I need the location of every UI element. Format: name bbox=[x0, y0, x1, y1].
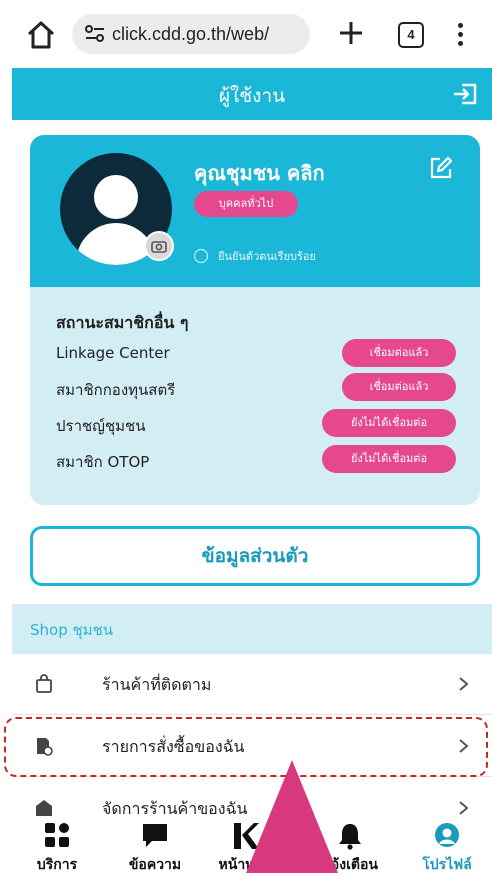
nav-home[interactable]: หน้าหลัก bbox=[200, 820, 290, 873]
site-settings-icon[interactable] bbox=[84, 24, 106, 44]
camera-icon[interactable] bbox=[144, 231, 174, 261]
home-icon[interactable] bbox=[24, 18, 58, 52]
url-text: click.cdd.go.th/web/ bbox=[112, 24, 270, 44]
member-status-panel: สถานะสมาชิกอื่น ๆ Linkage Center เชื่อมต… bbox=[30, 287, 480, 505]
status-row-otop: สมาชิก OTOP ยังไม่ได้เชื่อมต่อ bbox=[56, 445, 456, 475]
home-logo-icon bbox=[234, 823, 259, 849]
store-icon bbox=[36, 800, 52, 816]
logout-icon[interactable] bbox=[452, 82, 478, 106]
highlight-frame bbox=[4, 717, 488, 777]
status-row-label: Linkage Center bbox=[56, 344, 170, 362]
role-badge: บุคคลทั่วไป bbox=[194, 191, 298, 217]
bottom-navigation: บริการ ข้อความ หน้าหลัก แจ้งเตือน โปรไฟล… bbox=[0, 820, 492, 873]
browser-toolbar: click.cdd.go.th/web/ 4 bbox=[0, 0, 492, 68]
nav-messages[interactable]: ข้อความ bbox=[110, 820, 200, 873]
tab-count-button[interactable]: 4 bbox=[398, 22, 424, 48]
bell-icon bbox=[339, 824, 361, 850]
status-pill[interactable]: ยังไม่ได้เชื่อมต่อ bbox=[322, 409, 456, 437]
shop-section-header: Shop ชุมชน bbox=[12, 604, 492, 654]
status-row-label: ปราชญ์ชุมชน bbox=[56, 417, 146, 435]
profile-card: คุณชุมชน คลิก บุคคลทั่วไป ยืนยันตัวตนเรี… bbox=[30, 135, 480, 287]
chevron-right-icon bbox=[459, 801, 469, 815]
new-tab-icon[interactable] bbox=[336, 18, 366, 48]
address-bar[interactable]: click.cdd.go.th/web/ bbox=[72, 14, 310, 54]
chevron-right-icon bbox=[459, 677, 469, 691]
verified-status: ยืนยันตัวตนเรียบร้อย bbox=[194, 247, 316, 265]
page-title: ผู้ใช้งาน bbox=[218, 85, 286, 107]
status-pill[interactable]: ยังไม่ได้เชื่อมต่อ bbox=[322, 445, 456, 473]
check-circle-icon bbox=[194, 249, 208, 263]
status-pill[interactable]: เชื่อมต่อแล้ว bbox=[342, 373, 456, 401]
shop-section-title: Shop ชุมชน bbox=[30, 621, 113, 639]
nav-profile[interactable]: โปรไฟล์ bbox=[402, 820, 492, 873]
status-pill[interactable]: เชื่อมต่อแล้ว bbox=[342, 339, 456, 367]
shop-item-label: จัดการร้านค้าของฉัน bbox=[102, 799, 248, 818]
grid-icon bbox=[45, 823, 69, 847]
edit-icon[interactable] bbox=[428, 155, 454, 181]
profile-icon bbox=[435, 823, 459, 847]
status-row-label: สมาชิกกองทุนสตรี bbox=[56, 381, 176, 399]
bag-icon bbox=[36, 674, 52, 693]
status-row-linkage: Linkage Center เชื่อมต่อแล้ว bbox=[56, 339, 456, 369]
profile-name: คุณชุมชน คลิก bbox=[194, 161, 325, 185]
chat-icon bbox=[143, 824, 167, 847]
verified-text: ยืนยันตัวตนเรียบร้อย bbox=[218, 250, 316, 263]
app-header: ผู้ใช้งาน bbox=[12, 68, 492, 120]
nav-services[interactable]: บริการ bbox=[12, 820, 102, 873]
member-status-title: สถานะสมาชิกอื่น ๆ bbox=[56, 313, 189, 332]
personal-info-button[interactable]: ข้อมูลส่วนตัว bbox=[30, 526, 480, 586]
shop-item-label: ร้านค้าที่ติดตาม bbox=[102, 675, 212, 694]
status-row-scholar: ปราชญ์ชุมชน ยังไม่ได้เชื่อมต่อ bbox=[56, 409, 456, 439]
status-row-women-fund: สมาชิกกองทุนสตรี เชื่อมต่อแล้ว bbox=[56, 373, 456, 403]
nav-notifications[interactable]: แจ้งเตือน bbox=[305, 820, 395, 873]
status-row-label: สมาชิก OTOP bbox=[56, 453, 150, 471]
shop-item-followed-stores[interactable]: ร้านค้าที่ติดตาม bbox=[12, 654, 492, 715]
browser-menu-icon[interactable] bbox=[454, 20, 466, 50]
